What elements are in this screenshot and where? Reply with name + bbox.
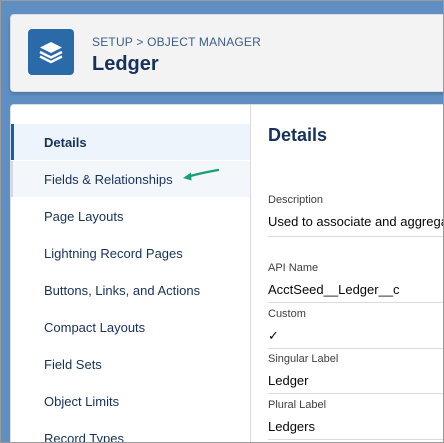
object-header: SETUP > OBJECT MANAGER Ledger: [10, 14, 444, 92]
singular-label-label: Singular Label: [268, 353, 339, 365]
plural-label-label: Plural Label: [268, 399, 327, 411]
sidebar-item-details[interactable]: Details: [11, 124, 250, 160]
sidebar-item-field-sets[interactable]: Field Sets: [11, 346, 250, 382]
sidebar-item-page-layouts[interactable]: Page Layouts: [11, 198, 250, 234]
details-heading: Details: [268, 125, 328, 145]
description-value: Used to associate and aggrega: [268, 214, 444, 229]
sidebar-item-object-limits[interactable]: Object Limits: [11, 383, 250, 419]
api-name-label: API Name: [268, 262, 319, 274]
field-divider: [268, 236, 444, 237]
field-divider: [268, 439, 444, 440]
field-divider: [268, 348, 444, 349]
field-divider: [268, 393, 444, 394]
sidebar-item-buttons-links-actions[interactable]: Buttons, Links, and Actions: [11, 272, 250, 308]
custom-label: Custom: [268, 308, 306, 320]
checkmark-icon: ✓: [268, 328, 279, 343]
description-label: Description: [268, 194, 324, 206]
sidebar-item-lightning-record-pages[interactable]: Lightning Record Pages: [11, 235, 250, 271]
api-name-value: AcctSeed__Ledger__c: [268, 282, 400, 297]
plural-label-value: Ledgers: [268, 419, 315, 434]
breadcrumb[interactable]: SETUP > OBJECT MANAGER: [92, 35, 261, 49]
page-title: Ledger: [92, 53, 159, 75]
singular-label-value: Ledger: [268, 373, 309, 388]
sidebar-nav: Details Fields & Relationships Page Layo…: [11, 105, 251, 443]
main-panel: Details Fields & Relationships Page Layo…: [10, 104, 444, 443]
layers-icon: [28, 29, 74, 75]
green-arrow-icon: [183, 168, 220, 181]
sidebar-item-record-types[interactable]: Record Types: [11, 420, 250, 443]
sidebar-item-compact-layouts[interactable]: Compact Layouts: [11, 309, 250, 345]
field-divider: [268, 302, 444, 303]
